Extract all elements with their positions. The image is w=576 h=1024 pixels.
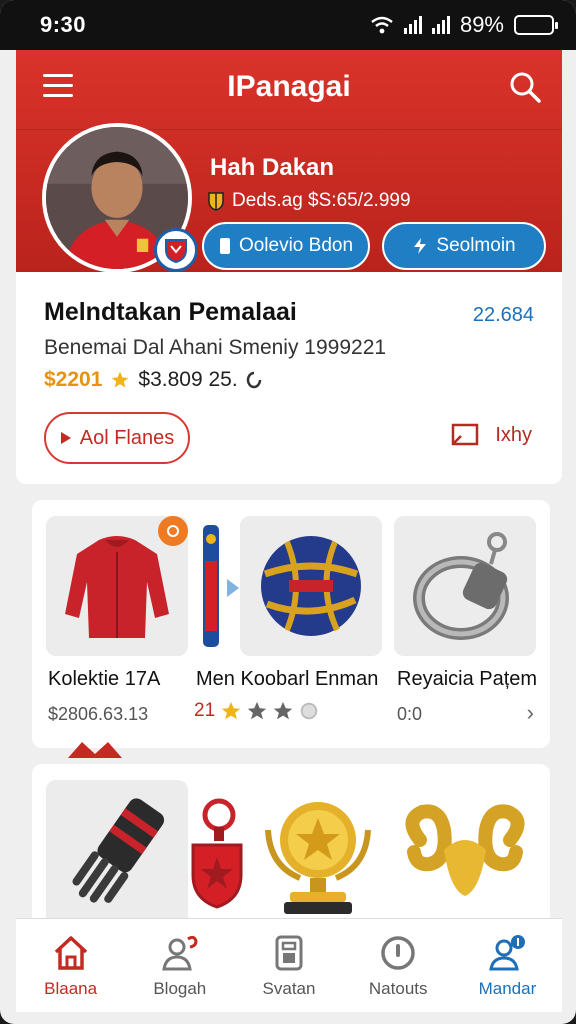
product-carousel: Kolektie 17A $2806.63.13 Men Koobarl Enm… (32, 500, 550, 748)
product-image-scarf[interactable] (198, 516, 224, 656)
app-bar: IPanagai (16, 50, 562, 130)
product-image-keychain[interactable] (182, 780, 252, 930)
carousel-arrow-icon[interactable] (226, 578, 240, 598)
nav-item-mandar[interactable]: Mandar (453, 919, 562, 1012)
play-icon (60, 432, 71, 444)
star-filled-icon (273, 701, 293, 720)
product-name: Reyaicia Pațem (397, 668, 538, 690)
nav-item-blog[interactable]: Blogah (125, 919, 234, 1012)
primary-action-button[interactable]: Oolevio Bdon (202, 222, 370, 270)
product-price: $2806.63.13 (48, 704, 149, 724)
profile-name: Hah Dakan (210, 154, 335, 181)
info-title: Melndtakan Pemalaai (44, 298, 297, 326)
rating-value: 21 (194, 700, 216, 721)
shield-icon (208, 192, 224, 211)
bolt-icon (414, 238, 427, 254)
bottom-navigation: Blaana Blogah Svatan Natouts Mandar (16, 918, 562, 1012)
app-title: IPanagai (227, 70, 351, 103)
info-subtitle: Benemai Dal Ahani Smeniy 1999221 (44, 336, 387, 359)
product-price: 0:0 (397, 704, 423, 724)
spinner-icon (246, 371, 261, 389)
info-circle-icon (381, 935, 415, 970)
star-filled-icon (221, 701, 241, 720)
divider-triangle-icon (68, 742, 122, 758)
chevron-right-icon[interactable]: › (527, 700, 534, 726)
product-image-ball[interactable] (240, 516, 382, 656)
nav-item-home[interactable]: Blaana (16, 919, 125, 1012)
profile-meta: Deds.ag $S:65/2.999 (232, 190, 411, 211)
battery-icon (514, 15, 558, 35)
product-rating: 21 (194, 700, 320, 722)
product-image-trophy[interactable] (258, 780, 378, 930)
search-icon[interactable] (508, 70, 542, 104)
profile-header: IPanagai Hah Dakan Deds.ag $S:65/2.999 O… (16, 50, 562, 273)
bookmark-icon (452, 423, 479, 446)
user-add-icon (489, 934, 526, 970)
star-row (220, 700, 320, 722)
nav-item-svatan[interactable]: Svatan (234, 919, 343, 1012)
user-chat-icon (162, 935, 198, 970)
save-button[interactable]: Ixhy (451, 422, 532, 448)
product-name: Men Koobarl Enman (196, 668, 379, 690)
signal-icon-2 (431, 16, 450, 34)
star-empty-icon (300, 702, 318, 720)
secondary-action-button[interactable]: Seolmoin (382, 222, 546, 270)
battery-percent: 89% (459, 12, 504, 37)
info-count: 22.684 (472, 304, 534, 326)
product-image-glove[interactable] (46, 780, 188, 930)
status-time: 9:30 (40, 12, 87, 37)
signal-icon (403, 16, 422, 34)
document-icon (275, 935, 303, 970)
info-card: Melndtakan Pemalaai 22.684 Benemai Dal A… (16, 272, 562, 484)
add-button[interactable]: Aol Flanes (44, 412, 190, 464)
star-filled-icon (247, 701, 267, 720)
product-image-ring[interactable] (394, 516, 536, 656)
info-price: $2201 $3.809 25. (44, 368, 262, 392)
star-icon (112, 371, 129, 388)
nav-item-notifications[interactable]: Natouts (344, 919, 453, 1012)
product-image-gold-ornament[interactable] (394, 780, 536, 930)
team-crest-icon (154, 228, 198, 272)
home-icon (54, 935, 87, 970)
wifi-icon (371, 16, 393, 34)
phone-icon (219, 238, 230, 254)
product-name: Kolektie 17A (48, 668, 161, 690)
phone-screen: 9:30 89% IPanagai Hah Dakan Deds.ag $S:6… (0, 0, 576, 1024)
hot-badge-icon (158, 516, 188, 546)
status-bar: 9:30 89% (0, 0, 576, 50)
